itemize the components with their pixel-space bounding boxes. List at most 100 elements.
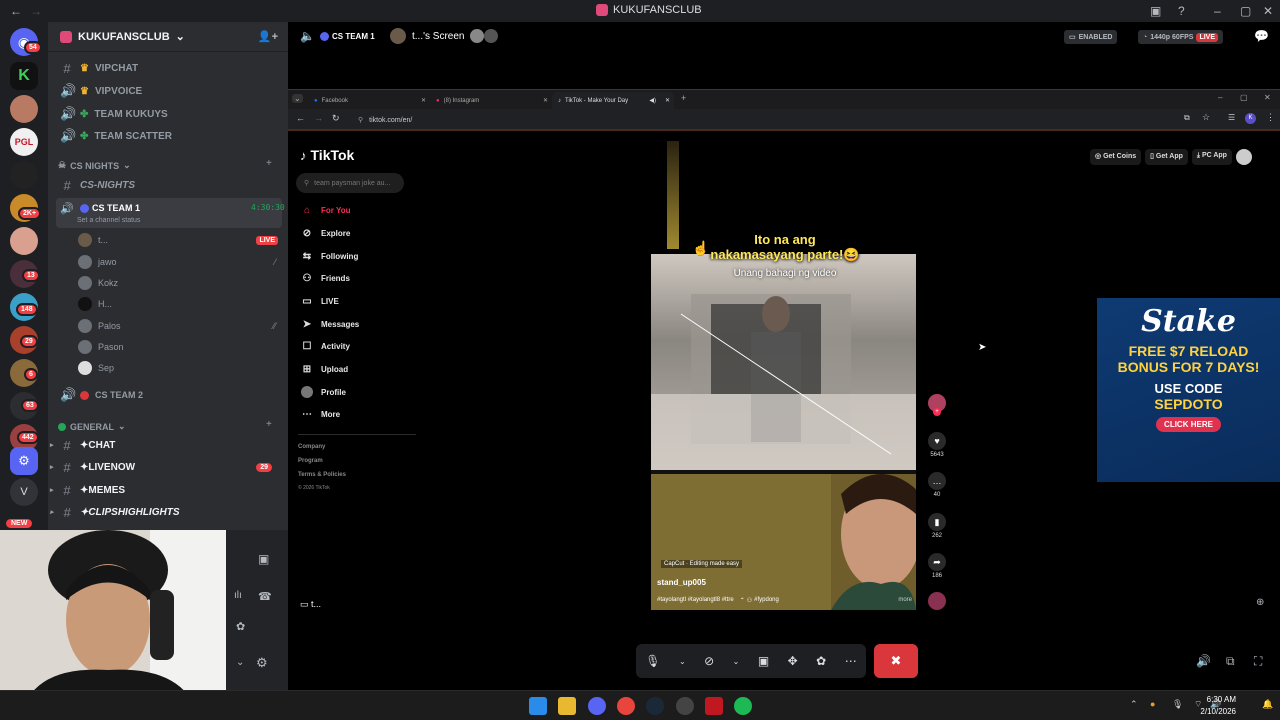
chevron-down-icon[interactable]: ⌄ <box>679 657 686 666</box>
channel-status-hint[interactable]: Set a channel status <box>77 217 140 224</box>
get-coins-button[interactable]: ◎ Get Coins <box>1090 149 1142 165</box>
app-icon[interactable] <box>676 697 694 715</box>
nav-profile[interactable]: Profile <box>301 385 346 399</box>
extensions-icon[interactable]: ☰ <box>1228 113 1235 122</box>
profile-avatar[interactable]: K <box>1245 113 1256 124</box>
close-icon[interactable]: ✕ <box>1263 4 1273 18</box>
bookmark-star-icon[interactable]: ☆ <box>1202 112 1210 123</box>
close-icon[interactable]: ✕ <box>665 97 670 104</box>
activities-icon[interactable]: ✥ <box>788 654 798 668</box>
channel-vipchat[interactable]: # ♛ VIPCHAT <box>56 58 282 78</box>
nav-for-you[interactable]: ⌂ For You <box>301 203 351 217</box>
hashtag-text[interactable]: #tayolangtl #tayolangtl8 #ttre <box>657 597 734 604</box>
maximize-icon[interactable]: ▢ <box>1240 93 1248 102</box>
speaker-icon[interactable]: ◀) <box>649 97 656 104</box>
add-channel-icon[interactable]: + <box>266 419 272 430</box>
ad-cta-button[interactable]: CLICK HERE <box>1156 417 1221 432</box>
voice-user[interactable]: jawo ⁄ <box>78 252 282 272</box>
footer-link-terms[interactable]: Terms & Policies <box>298 472 346 478</box>
tab-facebook[interactable]: ● Facebook ✕ <box>308 92 430 109</box>
new-tab-icon[interactable]: + <box>681 93 686 103</box>
fullscreen-icon[interactable]: ⛶ <box>1254 654 1262 669</box>
add-member-icon[interactable]: 👤+ <box>258 30 278 43</box>
channel-cs-nights[interactable]: # CS-NIGHTS <box>56 175 282 195</box>
follow-plus-icon[interactable]: + <box>933 408 941 416</box>
channel-team-kukuys[interactable]: 🔊 ✤ TEAM KUKUYS <box>56 104 282 124</box>
chevron-down-icon[interactable]: ⌄ <box>733 657 740 666</box>
tab-search-icon[interactable]: ⌄ <box>292 94 303 103</box>
screen-share-icon[interactable]: ▣ <box>258 552 269 566</box>
reload-icon[interactable]: ↻ <box>332 113 340 124</box>
nav-live[interactable]: ▭ LIVE <box>301 294 339 308</box>
soundboard-icon[interactable]: ✿ <box>816 654 826 668</box>
url-field[interactable]: ⚲ tiktok.com/en/ <box>350 112 1170 128</box>
add-channel-icon[interactable]: + <box>266 158 272 169</box>
activity-icon[interactable]: ✿ <box>236 620 245 633</box>
voice-user[interactable]: Kokz <box>78 273 282 293</box>
tiktok-search-input[interactable]: ⚲ team paysman joke au... <box>296 173 404 193</box>
like-action[interactable]: ♥ 5643 <box>927 432 947 458</box>
tiktok-video-player[interactable]: CapCut · Editing made easy stand_up005 #… <box>651 254 916 610</box>
voice-user[interactable]: H... <box>78 294 282 314</box>
app-icon[interactable] <box>705 697 723 715</box>
forward-arrow-icon[interactable]: → <box>314 113 323 123</box>
close-icon[interactable]: ✕ <box>543 97 548 104</box>
sound-disc-action[interactable] <box>927 592 947 612</box>
back-arrow-icon[interactable]: ← <box>10 4 22 18</box>
server-icon-gear[interactable]: ⚙ <box>10 447 38 475</box>
channel-clipshighlights[interactable]: ▸ # ✦CLIPSHIGHLIGHTS <box>50 502 282 522</box>
server-icon[interactable] <box>10 95 38 123</box>
tiktok-profile-avatar[interactable] <box>1235 149 1252 165</box>
hashtag-text[interactable]: #fypdong <box>754 597 779 604</box>
microphone-icon[interactable]: 🎙 <box>1172 699 1183 710</box>
server-icon-pgl[interactable]: PGL <box>10 128 38 156</box>
chrome-icon[interactable] <box>617 697 635 715</box>
close-icon[interactable]: ✕ <box>421 97 426 104</box>
tab-tiktok[interactable]: ♪ TikTok - Make Your Day ◀) ✕ <box>552 92 674 109</box>
popout-icon[interactable]: ⧉ <box>1226 654 1235 669</box>
video-author[interactable]: stand_up005 <box>657 578 706 587</box>
notification-bell-icon[interactable]: 🔔 <box>1262 699 1273 710</box>
nav-friends[interactable]: ⚇ Friends <box>301 271 350 285</box>
nav-explore[interactable]: ⊘ Explore <box>301 226 351 240</box>
quality-pill[interactable]: ◔ 1440p 60FPS LIVE <box>1138 30 1223 44</box>
voice-user[interactable]: Pason <box>78 337 282 357</box>
category-general[interactable]: GENERAL ⌄ <box>58 421 126 432</box>
file-explorer-icon[interactable] <box>558 697 576 715</box>
footer-link-company[interactable]: Company <box>298 444 325 450</box>
settings-gear-icon[interactable]: ⚙ <box>256 655 268 671</box>
voice-user[interactable]: Sep <box>78 358 282 378</box>
voice-channel-cs-team-1[interactable]: 🔊 CS TEAM 1 4:30:30 Set a channel status <box>56 198 285 228</box>
camera-off-icon[interactable]: ⊘ <box>704 654 714 668</box>
back-arrow-icon[interactable]: ← <box>296 113 305 123</box>
tiktok-logo[interactable]: ♪ TikTok <box>300 147 354 163</box>
microphone-icon[interactable]: 🎙 <box>645 654 660 668</box>
minimize-icon[interactable]: – <box>1214 4 1221 18</box>
soundboard-icon[interactable]: ılı <box>234 590 242 601</box>
server-icon-k[interactable]: K <box>10 62 38 90</box>
leave-call-button[interactable]: ✖ <box>874 644 918 678</box>
capcut-label[interactable]: CapCut · Editing made easy <box>661 560 743 568</box>
close-icon[interactable]: ✕ <box>1264 93 1271 102</box>
enabled-pill[interactable]: ▭ ENABLED <box>1064 30 1118 44</box>
voice-user[interactable]: t... LIVE <box>78 230 282 250</box>
footer-link-program[interactable]: Program <box>298 458 323 464</box>
channel-team-scatter[interactable]: 🔊 ✤ TEAM SCATTER <box>56 126 282 146</box>
tray-chevron-icon[interactable]: ⌃ <box>1130 699 1138 710</box>
server-icon-v[interactable]: V <box>10 478 38 506</box>
spotify-icon[interactable] <box>734 697 752 715</box>
tab-instagram[interactable]: ● (8) Instagram ✕ <box>430 92 552 109</box>
steam-icon[interactable] <box>646 697 664 715</box>
comment-action[interactable]: … 40 <box>927 472 947 498</box>
more-dots-icon[interactable]: ⋯ <box>845 654 857 668</box>
inbox-icon[interactable]: ▣ <box>1150 4 1161 18</box>
channel-chat[interactable]: ▸ # ✦CHAT <box>50 435 282 455</box>
get-app-button[interactable]: ▯ Get App <box>1145 149 1188 165</box>
windows-start-icon[interactable] <box>529 697 547 715</box>
category-cs-nights[interactable]: ☠ CS NIGHTS ⌄ <box>58 160 131 171</box>
nav-following[interactable]: ⇆ Following <box>301 249 359 263</box>
screen-share-icon[interactable]: ▣ <box>758 654 769 668</box>
maximize-icon[interactable]: ▢ <box>1240 4 1251 18</box>
tray-app-icon[interactable]: ● <box>1150 699 1155 709</box>
nav-activity[interactable]: ☐ Activity <box>301 339 350 353</box>
